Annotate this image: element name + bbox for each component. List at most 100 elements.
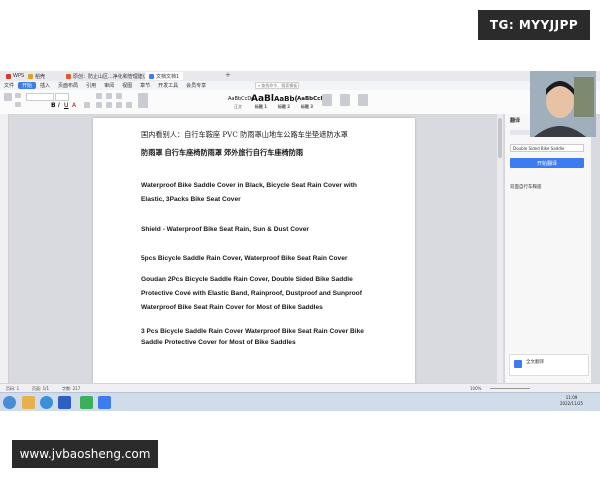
screen: WPS 稻壳 原创：防止山区...净化和管理建议 文档文档1 + 文件 开始 插… [0, 71, 600, 411]
style-sample: AaBbCcDd [228, 96, 255, 102]
style-sample: AaBbCcI [297, 96, 323, 102]
doc-line: 防雨罩 自行车座椅防雨罩 郊外旅行自行车座椅防雨 [141, 148, 304, 157]
cut-icon[interactable] [15, 93, 21, 98]
tab-bar: WPS 稻壳 原创：防止山区...净化和管理建议 文档文档1 + [0, 71, 600, 81]
panel-title: 翻译 [510, 118, 521, 124]
tab-article[interactable]: 原创：防止山区...净化和管理建议 [62, 72, 152, 80]
highlight-icon[interactable] [84, 102, 90, 108]
full-translate-card[interactable]: 全文翻译 [509, 354, 589, 376]
file-explorer-icon[interactable] [22, 396, 35, 409]
copy-icon[interactable] [15, 102, 21, 107]
font-family-select[interactable] [26, 93, 54, 101]
menu-insert[interactable]: 插入 [36, 82, 54, 89]
menu-home[interactable]: 开始 [18, 82, 37, 89]
menu-layout[interactable]: 页面布局 [54, 82, 82, 89]
tab-label: 稻壳 [35, 73, 46, 80]
menu-review[interactable]: 审阅 [100, 82, 118, 89]
doc-line: Goudan 2Pcs Bicycle Saddle Rain Cover, D… [141, 276, 353, 283]
translate-button[interactable]: 开始翻译 [510, 158, 584, 168]
tab-label: 原创：防止山区...净化和管理建议 [73, 73, 148, 80]
browser-icon[interactable] [40, 396, 53, 409]
document-page[interactable]: 国内看别人：自行车鞍座 PVC 防雨罩山地车公路车坐垫遮防水罩 防雨罩 自行车座… [93, 118, 415, 408]
translate-panel: 翻译 Double Sided Bike Saddle 开始翻译 双面自行车鞍座… [504, 114, 591, 400]
full-translate-label: 全文翻译 [526, 360, 544, 365]
source-text: Double Sided Bike Saddle [513, 145, 565, 151]
style-heading-1[interactable]: AaBl 标题 1 [251, 94, 274, 110]
doc-line: Saddle Protective Cover for Most of Bike… [141, 339, 296, 346]
doc-line: Waterproof Bike Saddle Cover in Black, B… [141, 182, 357, 189]
windows-taskbar: 11:09 2022/11/25 [0, 392, 600, 411]
font-size-select[interactable] [55, 93, 69, 101]
zoom-slider[interactable] [490, 388, 530, 389]
text-tools-icon[interactable] [322, 94, 332, 106]
clock-date: 2022/11/25 [560, 401, 584, 406]
menu-references[interactable]: 引用 [82, 82, 100, 89]
doc-line: Elastic, 3Packs Bike Seat Cover [141, 196, 241, 203]
font-color-icon[interactable]: A [72, 102, 76, 109]
menu-section[interactable]: 章节 [136, 82, 154, 89]
vertical-scrollbar[interactable] [497, 114, 503, 383]
style-sample: AaBl [251, 94, 274, 104]
app-icon[interactable] [58, 396, 71, 409]
doc-line: Protective Cové with Elastic Band, Rainp… [141, 290, 362, 297]
docer-icon [28, 73, 33, 79]
numbered-list-icon[interactable] [106, 93, 112, 99]
translate-icon [514, 360, 522, 368]
style-name: 标题 1 [254, 104, 268, 109]
zoom-level[interactable]: 100% [470, 386, 481, 391]
style-heading-2[interactable]: AaBb( 标题 2 [274, 94, 298, 110]
justify-icon[interactable] [126, 102, 132, 108]
tab-document[interactable]: 文档文档1 [145, 72, 184, 80]
bold-icon[interactable]: B [51, 102, 56, 109]
source-text-input[interactable]: Double Sided Bike Saddle [510, 144, 584, 152]
tab-label: 文档文档1 [156, 73, 180, 80]
start-button-icon[interactable] [3, 396, 16, 409]
find-replace-icon[interactable] [340, 94, 350, 106]
webcam-overlay [530, 71, 596, 137]
new-tab-button[interactable]: + [225, 71, 231, 79]
align-right-icon[interactable] [116, 102, 122, 108]
command-search-input[interactable]: ⌕ 查找命令、搜索模板 [255, 82, 299, 89]
style-name: 正文 [234, 104, 242, 109]
doc-line: 5pcs Bicycle Saddle Rain Cover, Waterpro… [141, 255, 348, 262]
style-normal[interactable]: AaBbCcDd 正文 [228, 94, 255, 110]
doc-line: 国内看别人：自行车鞍座 PVC 防雨罩山地车公路车坐垫遮防水罩 [141, 130, 348, 139]
align-center-icon[interactable] [106, 102, 112, 108]
style-name: 标题 2 [277, 104, 291, 109]
indent-icon[interactable] [116, 93, 122, 99]
presenter-image [530, 71, 596, 137]
style-sample: AaBb( [274, 95, 298, 103]
align-left-icon[interactable] [96, 102, 102, 108]
italic-icon[interactable]: I [58, 102, 60, 109]
select-icon[interactable] [358, 94, 368, 106]
menu-bar: 文件 开始 插入 页面布局 引用 审阅 视图 章节 开发工具 会员专享 ⌕ 查找… [0, 81, 600, 90]
wechat-icon[interactable] [80, 396, 93, 409]
ribbon-toolbar: B I U A AaBbCcDd 正文 AaBl 标题 1 AaBb( 标题 2… [0, 90, 600, 115]
wps-taskbar-icon[interactable] [98, 396, 111, 409]
menu-developer[interactable]: 开发工具 [154, 82, 182, 89]
document-icon [66, 73, 71, 79]
tab-label: WPS [13, 73, 25, 79]
vertical-ruler [0, 114, 9, 400]
website-watermark: www.jvbaosheng.com [12, 440, 158, 468]
doc-line: Shield - Waterproof Bike Seat Rain, Sun … [141, 226, 309, 233]
search-placeholder: 查找命令、搜索模板 [261, 82, 298, 88]
menu-file[interactable]: 文件 [0, 82, 18, 89]
underline-icon[interactable]: U [64, 102, 68, 109]
translation-result: 双面自行车鞍座 [510, 185, 542, 190]
tab-docer[interactable]: 稻壳 [24, 72, 49, 80]
word-doc-icon [149, 73, 154, 79]
line-spacing-icon[interactable] [138, 93, 148, 108]
telegram-watermark: TG: MYYJJPP [478, 10, 590, 40]
system-clock: 11:09 2022/11/25 [560, 395, 583, 407]
scrollbar-thumb[interactable] [498, 118, 502, 158]
wps-icon [6, 73, 11, 79]
search-icon: ⌕ [258, 83, 261, 88]
style-name: 标题 3 [300, 104, 314, 109]
bullet-list-icon[interactable] [96, 93, 102, 99]
menu-view[interactable]: 视图 [118, 82, 136, 89]
style-heading-3[interactable]: AaBbCcI 标题 3 [297, 94, 323, 110]
paste-icon[interactable] [4, 93, 12, 101]
doc-line: Waterproof Bike Seat Rain Cover for Most… [141, 304, 323, 311]
menu-member[interactable]: 会员专享 [182, 82, 210, 89]
